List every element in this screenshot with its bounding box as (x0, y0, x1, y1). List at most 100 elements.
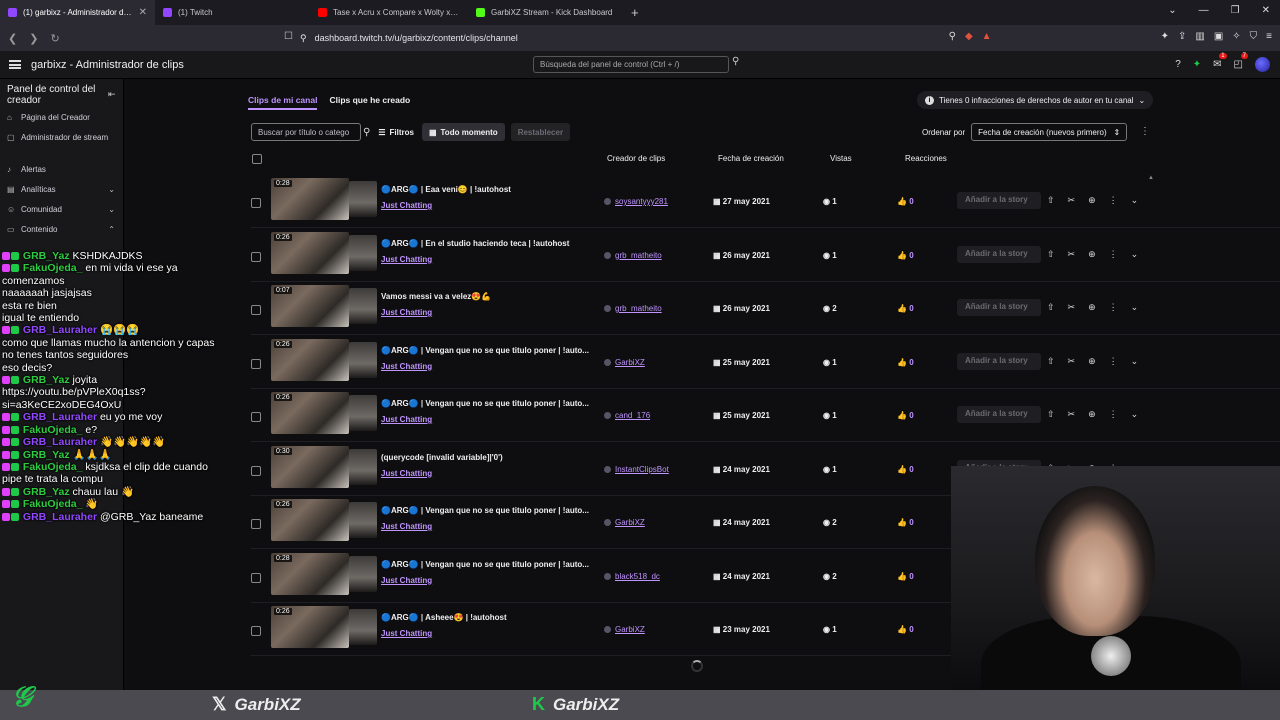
bookmark-icon[interactable]: ☐ (284, 31, 293, 42)
clip-title[interactable]: 🔵ARG🔵 | Vengan que no se que titulo pone… (381, 346, 593, 355)
chevron-down-icon[interactable]: ⌄ (1131, 302, 1139, 313)
new-tab-button[interactable]: + (623, 5, 647, 20)
more-options-icon[interactable]: ⋮ (1109, 195, 1118, 206)
zoom-icon[interactable]: ⚲ (949, 31, 956, 42)
share-icon[interactable]: ⇪ (1178, 31, 1186, 42)
copyright-status-pill[interactable]: i Tienes 0 infracciones de derechos de a… (917, 91, 1154, 109)
select-all-checkbox[interactable] (252, 154, 262, 164)
clip-creator-link[interactable]: InstantClipsBot (604, 465, 669, 474)
more-options-icon[interactable]: ⋮ (1109, 302, 1118, 313)
row-checkbox[interactable] (251, 198, 261, 208)
avatar[interactable] (1255, 57, 1270, 72)
clip-category-link[interactable]: Just Chatting (381, 255, 432, 264)
scroll-up-icon[interactable]: ▲ (1148, 175, 1154, 183)
table-row[interactable]: 0:26 🔵ARG🔵 | Vengan que no se que titulo… (251, 389, 1280, 442)
leo-icon[interactable]: ✧ (1232, 31, 1240, 42)
edit-clip-icon[interactable]: ✂ (1068, 409, 1076, 420)
chevron-down-icon[interactable]: ⌄ (1131, 409, 1139, 420)
add-to-story-button[interactable]: Añadir a la story (957, 245, 1041, 263)
row-checkbox[interactable] (251, 251, 261, 262)
clip-creator-link[interactable]: grb_matheito (604, 251, 662, 260)
chevron-down-icon[interactable]: ⌄ (1131, 195, 1139, 206)
browser-tab-clips[interactable]: (1) garbixz - Administrador de cl ✕ (0, 0, 155, 25)
browser-tab-kick[interactable]: GarbiXZ Stream - Kick Dashboard (468, 0, 623, 25)
row-checkbox[interactable] (251, 358, 261, 369)
sidebar-item-stream-manager[interactable]: ▢ Administrador de stream (7, 133, 119, 143)
more-options-icon[interactable]: ⋮ (1109, 249, 1118, 260)
tab-list-icon[interactable]: ⌄ (1168, 5, 1176, 16)
clip-category-link[interactable]: Just Chatting (381, 362, 432, 371)
row-checkbox[interactable] (251, 465, 261, 476)
clip-creator-link[interactable]: cand_176 (604, 411, 650, 420)
add-to-story-button[interactable]: Añadir a la story (957, 406, 1041, 423)
row-checkbox[interactable] (251, 412, 261, 422)
reset-button[interactable]: Restablecer (510, 123, 571, 141)
row-checkbox[interactable] (251, 626, 261, 636)
table-row[interactable]: 0:26 🔵ARG🔵 | En el studio haciendo teca … (251, 229, 1280, 282)
clip-category-link[interactable]: Just Chatting (381, 522, 432, 531)
clip-title[interactable]: 🔵ARG🔵 | En el studio haciendo teca | !au… (381, 239, 593, 248)
rewards-icon[interactable]: ▲ (982, 31, 992, 42)
time-range-button[interactable]: ▦ Todo momento (421, 123, 505, 141)
share-icon[interactable]: ⇧ (1047, 409, 1055, 420)
clip-title[interactable]: 🔵ARG🔵 | Vengan que no se que titulo pone… (381, 399, 593, 408)
clip-creator-link[interactable]: black518_dc (604, 572, 660, 581)
clip-category-link[interactable]: Just Chatting (381, 576, 432, 585)
search-icon[interactable]: ⚲ (363, 127, 370, 138)
site-info-icon[interactable]: ⚲ (300, 33, 307, 44)
add-icon[interactable]: ⊕ (1088, 302, 1096, 313)
share-icon[interactable]: ⇧ (1047, 356, 1055, 367)
clip-title[interactable]: 🔵ARG🔵 | Vengan que no se que titulo pone… (381, 506, 593, 515)
address-field[interactable]: ⚲ dashboard.twitch.tv/u/garbixz/content/… (300, 29, 980, 47)
clip-creator-link[interactable]: GarbiXZ (604, 358, 645, 367)
clip-search-input[interactable]: Buscar por título o catego (251, 123, 361, 141)
clip-title[interactable]: Vamos messi va a velez😍💪 (381, 292, 593, 301)
add-to-story-button[interactable]: Añadir a la story (957, 299, 1041, 316)
help-icon[interactable]: ? (1175, 59, 1181, 70)
chevron-down-icon[interactable]: ⌄ (1131, 249, 1139, 260)
row-checkbox[interactable] (251, 305, 261, 315)
sidebar-item-content[interactable]: ▭ Contenido ⌃ (7, 225, 119, 235)
wallet-icon[interactable]: ▣ (1214, 31, 1223, 42)
share-icon[interactable]: ⇧ (1047, 195, 1055, 206)
filters-button[interactable]: ☰ Filtros (376, 123, 416, 141)
add-icon[interactable]: ⊕ (1088, 356, 1096, 367)
forward-icon[interactable]: ❯ (29, 32, 38, 45)
tab-my-channel-clips[interactable]: Clips de mi canal (248, 95, 318, 110)
notifications-icon[interactable]: ◰ 7 (1234, 53, 1248, 70)
edit-clip-icon[interactable]: ✂ (1068, 356, 1076, 367)
row-checkbox[interactable] (251, 519, 261, 529)
clip-category-link[interactable]: Just Chatting (381, 308, 432, 317)
menu-icon[interactable]: ≡ (1266, 31, 1272, 42)
maximize-icon[interactable]: ❐ (1231, 5, 1240, 16)
share-icon[interactable]: ⇧ (1047, 302, 1055, 313)
edit-clip-icon[interactable]: ✂ (1068, 302, 1076, 313)
close-tab-icon[interactable]: ✕ (139, 7, 147, 18)
clip-category-link[interactable]: Just Chatting (381, 201, 432, 210)
more-options-icon[interactable]: ⋮ (1109, 356, 1118, 367)
back-icon[interactable]: ❮ (8, 32, 17, 45)
sidebar-toggle-icon[interactable]: ▥ (1195, 31, 1204, 42)
minimize-icon[interactable]: — (1199, 5, 1209, 16)
clip-category-link[interactable]: Just Chatting (381, 469, 432, 478)
clip-creator-link[interactable]: GarbiXZ (604, 518, 645, 527)
clip-category-link[interactable]: Just Chatting (381, 415, 432, 424)
row-checkbox[interactable] (251, 572, 261, 583)
clip-title[interactable]: 🔵ARG🔵 | Vengan que no se que titulo pone… (381, 560, 593, 569)
clip-title[interactable]: 🔵ARG🔵 | Eaa veni😊 | !autohost (381, 185, 593, 194)
extensions-icon[interactable]: ✦ (1161, 31, 1169, 42)
more-options-icon[interactable]: ⋮ (1109, 409, 1118, 420)
browser-tab-youtube[interactable]: Tase x Acru x Compare x Wolty x Za (310, 0, 468, 25)
sidebar-item-community[interactable]: ☺ Comunidad ⌄ (7, 205, 119, 215)
tab-clips-i-created[interactable]: Clips que he creado (329, 95, 410, 110)
table-row[interactable]: 0:26 🔵ARG🔵 | Vengan que no se que titulo… (251, 336, 1280, 389)
clip-category-link[interactable]: Just Chatting (381, 629, 432, 638)
add-icon[interactable]: ⊕ (1088, 195, 1096, 206)
clip-creator-link[interactable]: soysantyyy281 (604, 197, 668, 206)
table-row[interactable]: 0:28 🔵ARG🔵 | Eaa veni😊 | !autohost Just … (251, 175, 1280, 228)
add-icon[interactable]: ⊕ (1088, 409, 1096, 420)
dashboard-search-input[interactable]: Búsqueda del panel de control (Ctrl + /) (533, 56, 729, 73)
edit-clip-icon[interactable]: ✂ (1068, 249, 1076, 260)
clip-creator-link[interactable]: GarbiXZ (604, 625, 645, 634)
inbox-icon[interactable]: ✉ 1 (1213, 53, 1227, 70)
